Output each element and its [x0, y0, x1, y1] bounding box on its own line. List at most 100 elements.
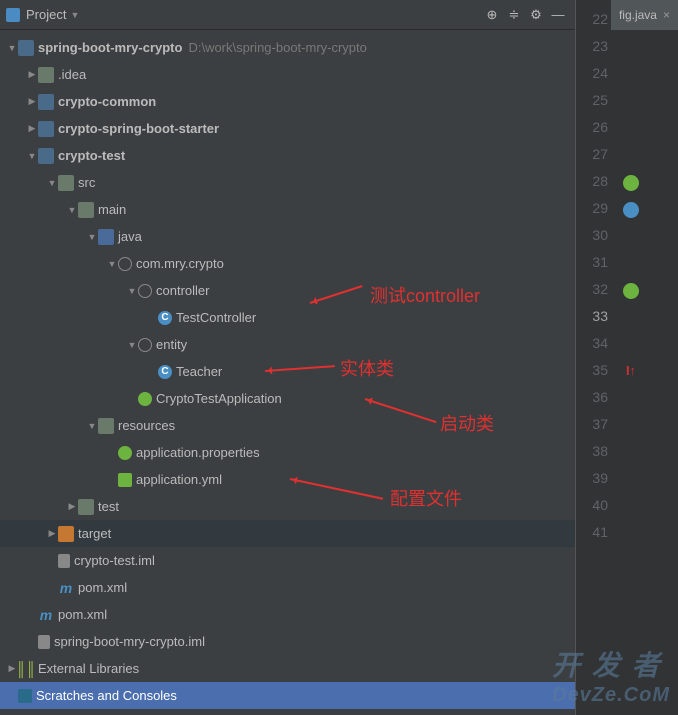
- gutter-row: [616, 60, 646, 87]
- expand-arrow-icon[interactable]: ▼: [86, 421, 98, 431]
- gutter-row: [616, 114, 646, 141]
- tree-item[interactable]: ▼ crypto-test: [0, 142, 575, 169]
- expand-arrow-icon[interactable]: ▶: [26, 123, 38, 134]
- module-icon: [38, 121, 54, 137]
- expand-arrow-icon[interactable]: ▼: [26, 151, 38, 161]
- minimize-button[interactable]: —: [547, 4, 569, 26]
- gutter-mark-icon[interactable]: [623, 283, 639, 299]
- root-label: spring-boot-mry-crypto: [38, 40, 182, 55]
- project-icon: [6, 8, 20, 22]
- editor-gutter: 2223242526272829303132333435363738394041…: [575, 0, 678, 715]
- tree-item[interactable]: mpom.xml: [0, 601, 575, 628]
- line-number: 34: [576, 330, 608, 357]
- expand-arrow-icon[interactable]: ▼: [86, 232, 98, 242]
- tree-item[interactable]: ▶crypto-spring-boot-starter: [0, 115, 575, 142]
- line-number: 26: [576, 114, 608, 141]
- yml-icon: [118, 473, 132, 487]
- gutter-row: [616, 87, 646, 114]
- tree-item[interactable]: ▶crypto-common: [0, 88, 575, 115]
- line-number: 38: [576, 438, 608, 465]
- line-number: 41: [576, 519, 608, 546]
- external-libraries[interactable]: ▶ ║║ External Libraries: [0, 655, 575, 682]
- line-number: 25: [576, 87, 608, 114]
- expand-arrow-icon[interactable]: ▼: [46, 178, 58, 188]
- gutter-row: I↑: [616, 357, 646, 384]
- tree-item-label: controller: [156, 283, 209, 298]
- gutter-marks: I↑: [616, 0, 646, 715]
- pkg-icon: [138, 284, 152, 298]
- line-number: 37: [576, 411, 608, 438]
- tree-item[interactable]: C TestController: [0, 304, 575, 331]
- line-number: 22: [576, 6, 608, 33]
- project-tree[interactable]: ▼ spring-boot-mry-crypto D:\work\spring-…: [0, 30, 575, 715]
- tree-item-label: crypto-test: [58, 148, 125, 163]
- settings-icon[interactable]: ⚙: [525, 4, 547, 26]
- gutter-row: [616, 168, 646, 195]
- gutter-mark-icon[interactable]: [623, 202, 639, 218]
- line-number: 29: [576, 195, 608, 222]
- tree-item[interactable]: ▶ target: [0, 520, 575, 547]
- folder-g-icon: [38, 67, 54, 83]
- tree-item-label: TestController: [176, 310, 256, 325]
- gutter-row: [616, 222, 646, 249]
- root-path: D:\work\spring-boot-mry-crypto: [188, 40, 366, 55]
- gutter-row: [616, 249, 646, 276]
- tree-item[interactable]: ▼ com.mry.crypto: [0, 250, 575, 277]
- tree-item[interactable]: ▼main: [0, 196, 575, 223]
- tree-item[interactable]: ▼ controller: [0, 277, 575, 304]
- expand-arrow-icon[interactable]: ▼: [106, 259, 118, 269]
- tree-item-label: application.properties: [136, 445, 260, 460]
- line-number: 36: [576, 384, 608, 411]
- pkg-icon: [138, 338, 152, 352]
- tree-item[interactable]: ▼java: [0, 223, 575, 250]
- tree-item[interactable]: spring-boot-mry-crypto.iml: [0, 628, 575, 655]
- expand-arrow-icon[interactable]: ▼: [6, 43, 18, 53]
- scratch-icon: [18, 689, 32, 703]
- expand-arrow-icon[interactable]: ▼: [126, 286, 138, 296]
- folder-g-icon: [78, 202, 94, 218]
- expand-arrow-icon[interactable]: ▶: [66, 501, 78, 512]
- editor-tab[interactable]: fig.java ×: [611, 0, 678, 30]
- gutter-mark-icon[interactable]: I↑: [626, 363, 636, 378]
- tree-item-label: target: [78, 526, 111, 541]
- tree-item[interactable]: mpom.xml: [0, 574, 575, 601]
- chevron-down-icon[interactable]: ▼: [70, 10, 79, 20]
- spring-f-icon: [118, 446, 132, 460]
- expand-arrow-icon[interactable]: ▶: [46, 528, 58, 539]
- tree-item-label: Teacher: [176, 364, 222, 379]
- tab-label: fig.java: [619, 8, 657, 22]
- expand-arrow-icon[interactable]: ▶: [26, 96, 38, 107]
- tree-item[interactable]: ▼resources: [0, 412, 575, 439]
- expand-arrow-icon[interactable]: ▶: [26, 69, 38, 80]
- tree-item[interactable]: application.properties: [0, 439, 575, 466]
- iml-icon: [38, 635, 50, 649]
- class-c-icon: C: [158, 365, 172, 379]
- gutter-mark-icon[interactable]: [623, 175, 639, 191]
- tree-item[interactable]: ▶test: [0, 493, 575, 520]
- expand-arrow-icon[interactable]: ▼: [66, 205, 78, 215]
- line-number: 39: [576, 465, 608, 492]
- tree-item[interactable]: ▼src: [0, 169, 575, 196]
- close-icon[interactable]: ×: [663, 8, 670, 22]
- line-number: 28: [576, 168, 608, 195]
- m-icon: m: [38, 607, 54, 623]
- tree-item-label: com.mry.crypto: [136, 256, 224, 271]
- class-c-icon: C: [158, 311, 172, 325]
- tree-item[interactable]: application.yml: [0, 466, 575, 493]
- tree-root[interactable]: ▼ spring-boot-mry-crypto D:\work\spring-…: [0, 34, 575, 61]
- gutter-row: [616, 195, 646, 222]
- tree-item[interactable]: ▶.idea: [0, 61, 575, 88]
- gutter-row: [616, 438, 646, 465]
- tree-item[interactable]: ▼entity: [0, 331, 575, 358]
- expand-arrow-icon[interactable]: ▼: [126, 340, 138, 350]
- gutter-row: [616, 384, 646, 411]
- tree-item[interactable]: CryptoTestApplication: [0, 385, 575, 412]
- iml-icon: [58, 554, 70, 568]
- locate-button[interactable]: ⊕: [481, 4, 503, 26]
- tree-item[interactable]: crypto-test.iml: [0, 547, 575, 574]
- collapse-button[interactable]: ≑: [503, 4, 525, 26]
- panel-title[interactable]: Project: [26, 7, 66, 22]
- tree-item-label: application.yml: [136, 472, 222, 487]
- scratches-consoles[interactable]: Scratches and Consoles: [0, 682, 575, 709]
- tree-item[interactable]: C Teacher: [0, 358, 575, 385]
